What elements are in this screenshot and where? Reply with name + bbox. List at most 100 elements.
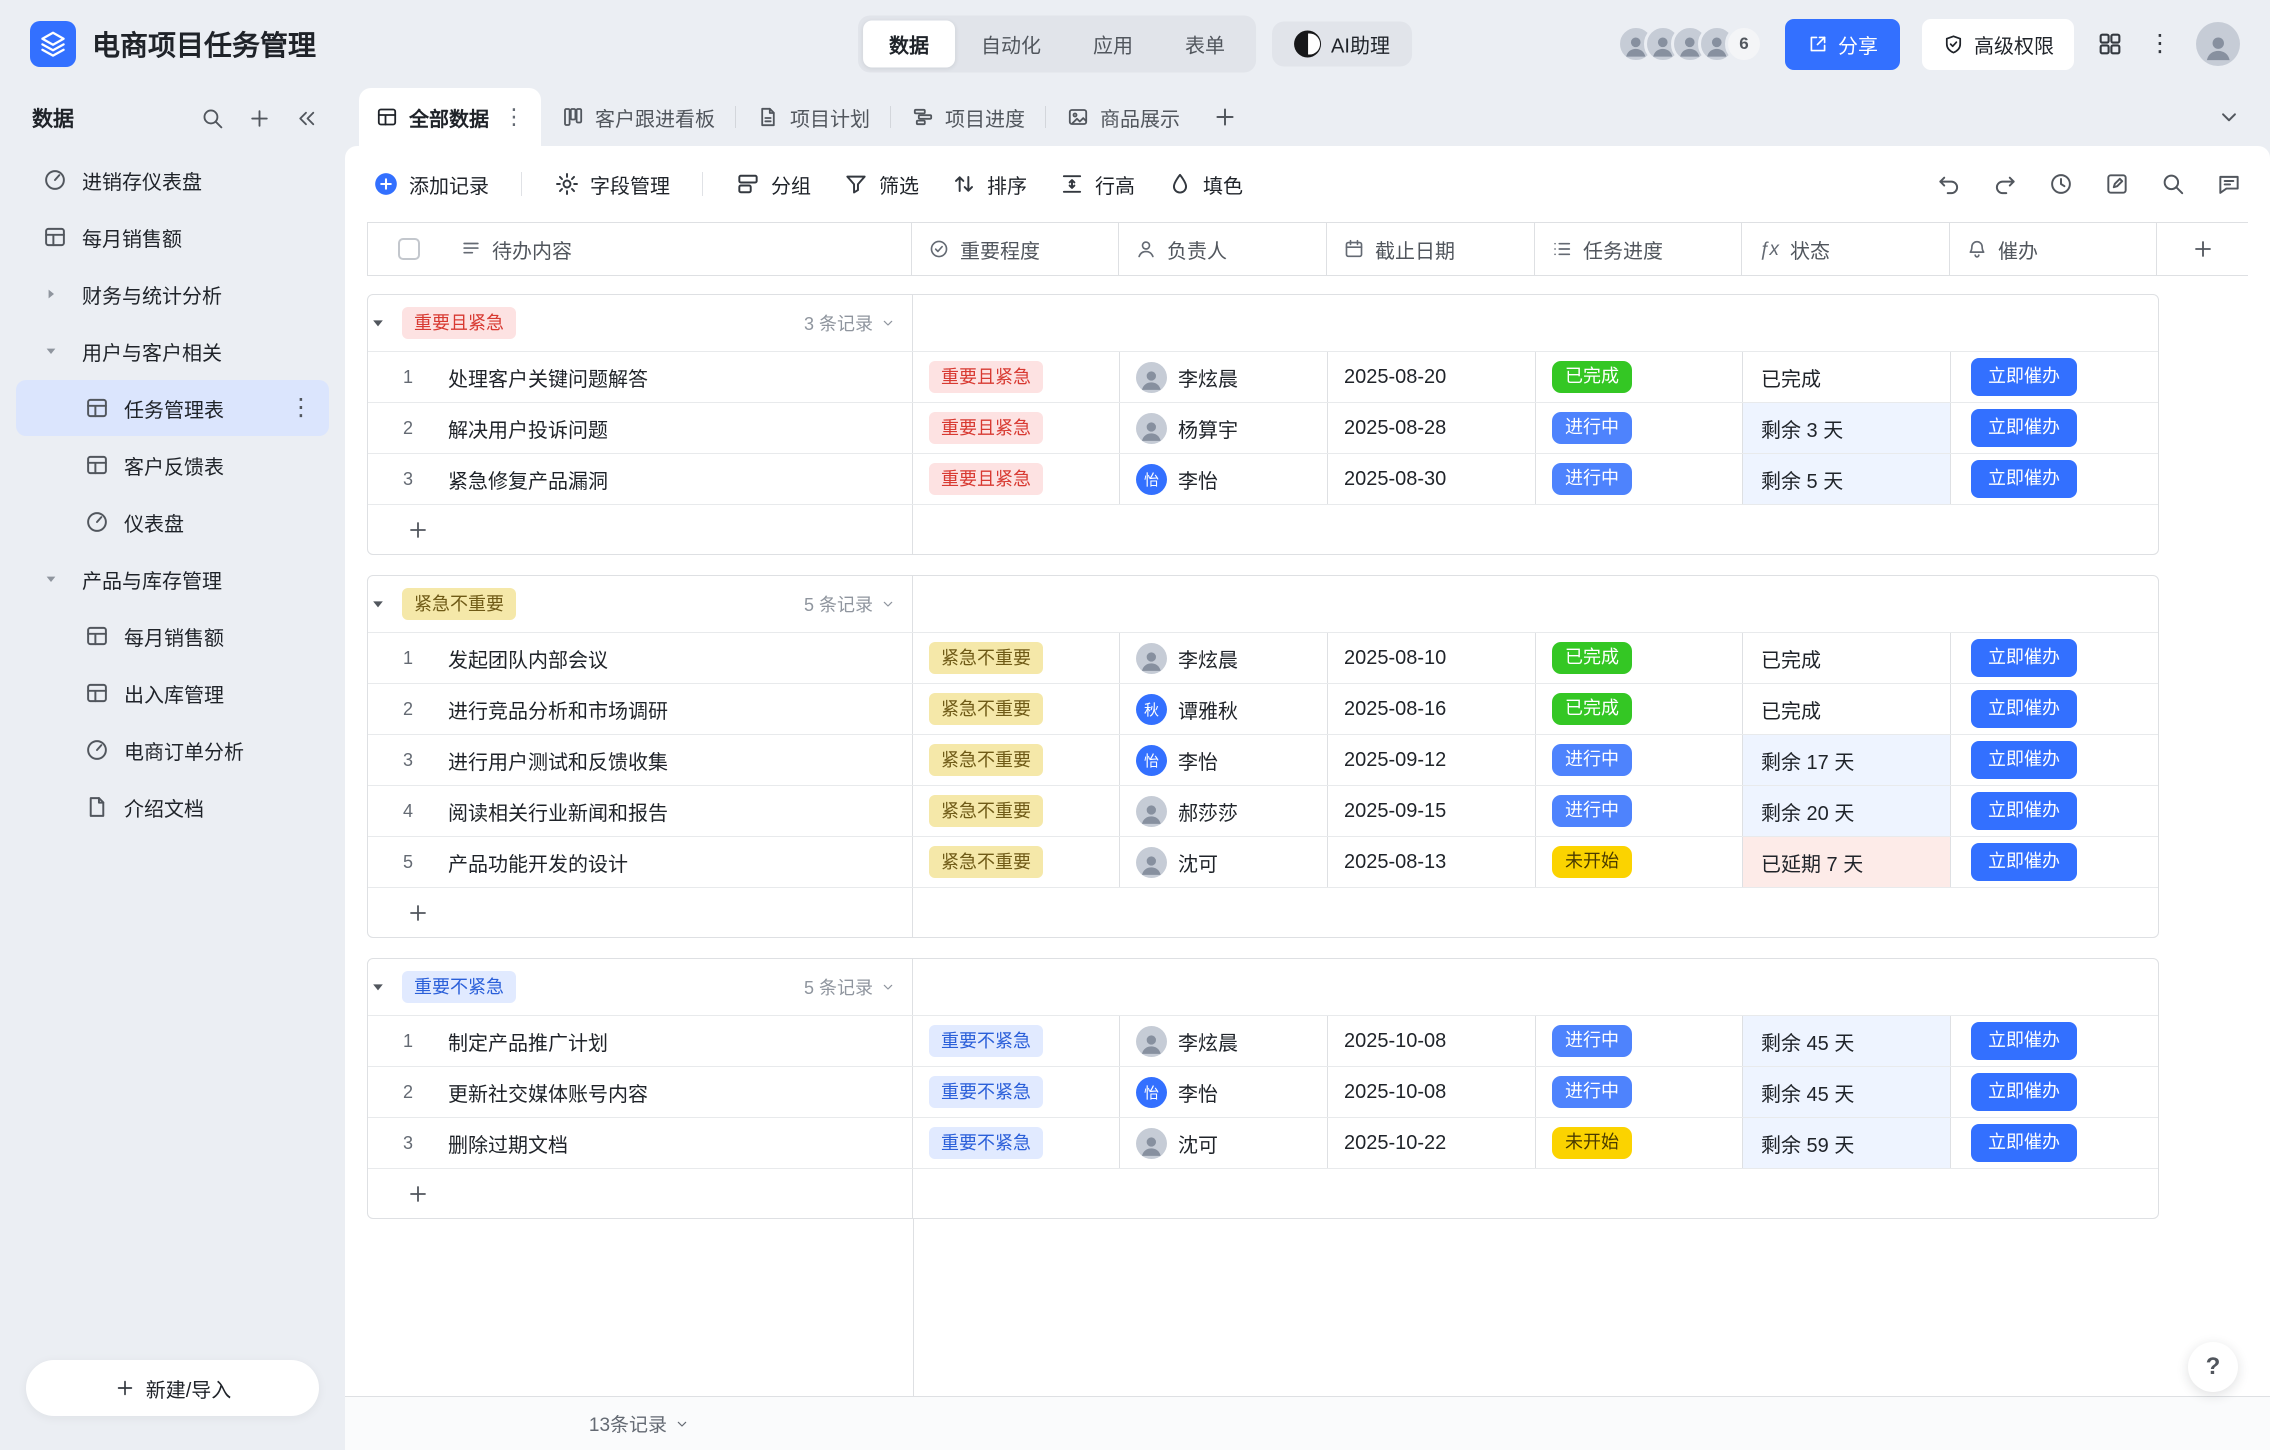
- priority-cell[interactable]: 紧急不重要: [913, 837, 1120, 887]
- date-cell[interactable]: 2025-09-15: [1328, 786, 1536, 836]
- tab-menu-icon[interactable]: ⋮: [503, 106, 525, 128]
- group-header[interactable]: 重要不紧急 5 条记录: [368, 959, 2158, 1015]
- advanced-permission-button[interactable]: 高级权限: [1922, 18, 2074, 70]
- priority-cell[interactable]: 重要不紧急: [913, 1118, 1120, 1168]
- search-icon[interactable]: [200, 106, 225, 131]
- sidebar-item[interactable]: 介绍文档: [16, 779, 329, 835]
- owner-cell[interactable]: 沈可: [1120, 1118, 1328, 1168]
- toolbar-button[interactable]: 字段管理: [554, 170, 670, 199]
- task-cell[interactable]: 1 发起团队内部会议: [368, 633, 913, 683]
- table-row[interactable]: 1 发起团队内部会议 紧急不重要 李炫晨 2025-08-10 已完成 已完成 立即催办: [368, 632, 2158, 683]
- collapse-group-icon[interactable]: [368, 977, 388, 997]
- progress-cell[interactable]: 已完成: [1536, 352, 1743, 402]
- sidebar-section[interactable]: 财务与统计分析: [16, 266, 329, 322]
- progress-cell[interactable]: 已完成: [1536, 684, 1743, 734]
- date-cell[interactable]: 2025-09-12: [1328, 735, 1536, 785]
- priority-cell[interactable]: 重要且紧急: [913, 352, 1120, 402]
- task-cell[interactable]: 3 删除过期文档: [368, 1118, 913, 1168]
- task-cell[interactable]: 2 解决用户投诉问题: [368, 403, 913, 453]
- table-row[interactable]: 2 进行竞品分析和市场调研 紧急不重要 秋谭雅秋 2025-08-16 已完成 已完成 立即催…: [368, 683, 2158, 734]
- task-cell[interactable]: 3 进行用户测试和反馈收集: [368, 735, 913, 785]
- table-row[interactable]: 5 产品功能开发的设计 紧急不重要 沈可 2025-08-13 未开始 已延期 7 天 立即催…: [368, 836, 2158, 887]
- progress-cell[interactable]: 进行中: [1536, 1067, 1743, 1117]
- table-row[interactable]: 3 紧急修复产品漏洞 重要且紧急 怡李怡 2025-08-30 进行中 剩余 5 天 立即催办: [368, 453, 2158, 504]
- group-count[interactable]: 5 条记录: [804, 974, 896, 1000]
- sidebar-item[interactable]: 仪表盘: [16, 494, 329, 550]
- search-icon[interactable]: [2160, 171, 2186, 197]
- remind-button[interactable]: 立即催办: [1971, 358, 2077, 396]
- owner-cell[interactable]: 怡李怡: [1120, 454, 1328, 504]
- sidebar-item[interactable]: 进销存仪表盘: [16, 152, 329, 208]
- date-cell[interactable]: 2025-08-10: [1328, 633, 1536, 683]
- select-all-checkbox[interactable]: [398, 238, 420, 260]
- table-row[interactable]: 4 阅读相关行业新闻和报告 紧急不重要 郝莎莎 2025-09-15 进行中 剩余 20 天…: [368, 785, 2158, 836]
- column-header[interactable]: 催办: [1950, 223, 2157, 275]
- priority-cell[interactable]: 紧急不重要: [913, 786, 1120, 836]
- view-tab[interactable]: 客户跟进看板: [541, 88, 735, 146]
- view-tab[interactable]: 项目进度: [891, 88, 1045, 146]
- top-nav-tab[interactable]: 应用: [1067, 21, 1159, 68]
- owner-cell[interactable]: 沈可: [1120, 837, 1328, 887]
- date-cell[interactable]: 2025-10-22: [1328, 1118, 1536, 1168]
- task-cell[interactable]: 1 处理客户关键问题解答: [368, 352, 913, 402]
- collapse-group-icon[interactable]: [368, 594, 388, 614]
- remind-button[interactable]: 立即催办: [1971, 460, 2077, 498]
- progress-cell[interactable]: 已完成: [1536, 633, 1743, 683]
- toolbar-button[interactable]: 排序: [951, 170, 1027, 199]
- priority-cell[interactable]: 紧急不重要: [913, 684, 1120, 734]
- remind-button[interactable]: 立即催办: [1971, 639, 2077, 677]
- sidebar-item[interactable]: 出入库管理: [16, 665, 329, 721]
- sidebar-item[interactable]: 客户反馈表: [16, 437, 329, 493]
- view-tab[interactable]: 项目计划: [736, 88, 890, 146]
- date-cell[interactable]: 2025-08-13: [1328, 837, 1536, 887]
- add-view-icon[interactable]: [1212, 104, 1238, 130]
- share-button[interactable]: 分享: [1785, 18, 1900, 70]
- remind-button[interactable]: 立即催办: [1971, 792, 2077, 830]
- ai-assistant-button[interactable]: AI助理: [1272, 21, 1412, 67]
- priority-cell[interactable]: 重要且紧急: [913, 454, 1120, 504]
- collaborator-avatars[interactable]: 6: [1617, 25, 1763, 63]
- remind-button[interactable]: 立即催办: [1971, 741, 2077, 779]
- more-menu-icon[interactable]: ⋮: [2146, 30, 2174, 58]
- column-header[interactable]: 截止日期: [1327, 223, 1535, 275]
- sidebar-section[interactable]: 用户与客户相关: [16, 323, 329, 379]
- add-table-icon[interactable]: [247, 106, 272, 131]
- sidebar-item[interactable]: 电商订单分析: [16, 722, 329, 778]
- add-column-button[interactable]: [2157, 223, 2248, 275]
- toolbar-button[interactable]: 筛选: [843, 170, 919, 199]
- clock-icon[interactable]: [2048, 171, 2074, 197]
- remind-button[interactable]: 立即催办: [1971, 409, 2077, 447]
- table-row[interactable]: 3 进行用户测试和反馈收集 紧急不重要 怡李怡 2025-09-12 进行中 剩余 17 天…: [368, 734, 2158, 785]
- comment-icon[interactable]: [2216, 171, 2242, 197]
- owner-cell[interactable]: 郝莎莎: [1120, 786, 1328, 836]
- toolbar-button[interactable]: 填色: [1167, 170, 1243, 199]
- view-tab[interactable]: 全部数据 ⋮: [359, 88, 541, 146]
- task-cell[interactable]: 2 进行竞品分析和市场调研: [368, 684, 913, 734]
- column-header[interactable]: ƒx 状态: [1742, 223, 1950, 275]
- group-header[interactable]: 紧急不重要 5 条记录: [368, 576, 2158, 632]
- column-header[interactable]: 待办内容: [367, 223, 912, 275]
- priority-cell[interactable]: 紧急不重要: [913, 633, 1120, 683]
- sidebar-item[interactable]: 每月销售额: [16, 608, 329, 664]
- chevron-down-icon[interactable]: [2216, 104, 2242, 130]
- owner-cell[interactable]: 杨算宇: [1120, 403, 1328, 453]
- remind-button[interactable]: 立即催办: [1971, 843, 2077, 881]
- column-header[interactable]: 任务进度: [1535, 223, 1742, 275]
- collapse-group-icon[interactable]: [368, 313, 388, 333]
- top-nav-tab[interactable]: 表单: [1159, 21, 1251, 68]
- progress-cell[interactable]: 未开始: [1536, 1118, 1743, 1168]
- item-menu-icon[interactable]: ⋮: [285, 396, 317, 420]
- date-cell[interactable]: 2025-08-20: [1328, 352, 1536, 402]
- priority-cell[interactable]: 紧急不重要: [913, 735, 1120, 785]
- date-cell[interactable]: 2025-10-08: [1328, 1016, 1536, 1066]
- sidebar-section[interactable]: 产品与库存管理: [16, 551, 329, 607]
- remind-button[interactable]: 立即催办: [1971, 1073, 2077, 1111]
- group-count[interactable]: 3 条记录: [804, 310, 896, 336]
- record-count[interactable]: 13条记录: [345, 1410, 934, 1437]
- view-tab[interactable]: 商品展示: [1046, 88, 1200, 146]
- date-cell[interactable]: 2025-10-08: [1328, 1067, 1536, 1117]
- undo-icon[interactable]: [1936, 171, 1962, 197]
- priority-cell[interactable]: 重要不紧急: [913, 1016, 1120, 1066]
- task-cell[interactable]: 3 紧急修复产品漏洞: [368, 454, 913, 504]
- task-cell[interactable]: 2 更新社交媒体账号内容: [368, 1067, 913, 1117]
